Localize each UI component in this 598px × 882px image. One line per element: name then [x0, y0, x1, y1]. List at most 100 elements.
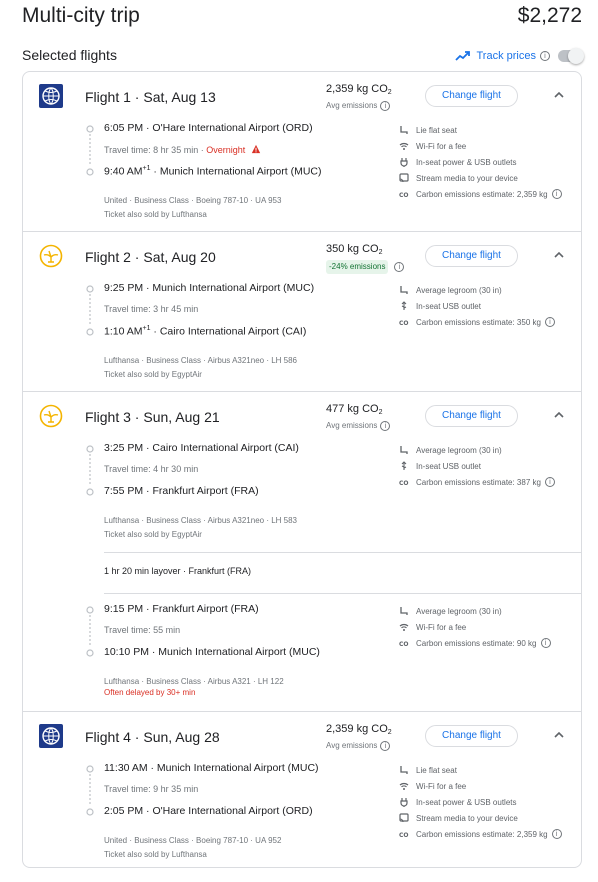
chevron-up-icon[interactable] [552, 88, 566, 102]
chevron-up-icon[interactable] [552, 248, 566, 262]
united-globe-icon [39, 84, 63, 108]
trip-title: Multi-city trip [22, 4, 140, 27]
amenity-item: In-seat power & USB outlets [399, 794, 562, 810]
flight-2: Flight 2 · Sat, Aug 20 350 kg CO2 -24% e… [23, 231, 581, 391]
emissions-note: Avg emissions i [326, 740, 406, 752]
emissions-value: 477 kg CO2 [326, 403, 383, 416]
flight-details: Lufthansa · Business Class · Airbus A321… [104, 516, 297, 525]
amenity-item: CO Carbon emissions estimate: 350 kg i [399, 314, 555, 330]
track-prices[interactable]: Track prices i [454, 46, 584, 66]
amenity-item: CO Carbon emissions estimate: 387 kg i [399, 474, 555, 490]
selected-flights-bar: Selected flights Track prices i [22, 46, 584, 66]
departure: 3:25 PM · Cairo International Airport (C… [104, 442, 299, 454]
svg-text:CO: CO [399, 641, 409, 648]
amenities-list: Average legroom (30 in) Wi-Fi for a fee … [399, 603, 551, 651]
arrival: 1:10 AM+1 · Cairo International Airport … [104, 325, 307, 338]
svg-text:CO: CO [399, 832, 409, 839]
amenity-item: Lie flat seat [399, 122, 562, 138]
departure: 6:05 PM · O'Hare International Airport (… [104, 122, 313, 134]
route-line [86, 445, 94, 496]
change-flight-button[interactable]: Change flight [425, 725, 518, 747]
amenity-item: CO Carbon emissions estimate: 2,359 kg i [399, 826, 562, 842]
usb-icon [401, 461, 407, 470]
change-flight-button[interactable]: Change flight [425, 245, 518, 267]
svg-text:CO: CO [399, 320, 409, 327]
amenity-item: Average legroom (30 in) [399, 282, 555, 298]
svg-text:CO: CO [399, 192, 409, 199]
info-icon[interactable]: i [540, 638, 551, 648]
emissions-value: 350 kg CO2 [326, 243, 383, 256]
flight-title: Flight 3 · Sun, Aug 21 [85, 409, 220, 425]
seat-icon [400, 126, 408, 134]
travel-time: Travel time: 8 hr 35 min · Overnight [104, 144, 261, 155]
flight-1: Flight 1 · Sat, Aug 13 2,359 kg CO2 Avg … [23, 72, 581, 231]
ticket-seller: Ticket also sold by Lufthansa [104, 850, 207, 859]
co2-icon: CO [399, 192, 409, 199]
flight-title: Flight 1 · Sat, Aug 13 [85, 89, 216, 105]
chevron-up-icon[interactable] [552, 408, 566, 422]
info-icon[interactable]: i [380, 421, 391, 431]
co2-icon: CO [399, 320, 409, 327]
emissions-summary: 350 kg CO2 -24% emissions i [326, 242, 406, 274]
flight-4: Flight 4 · Sun, Aug 28 2,359 kg CO2 Avg … [23, 711, 581, 867]
departure: 11:30 AM · Munich International Airport … [104, 762, 319, 774]
flight-title: Flight 2 · Sat, Aug 20 [85, 249, 216, 265]
emissions-note: Avg emissions i [326, 420, 406, 432]
info-icon[interactable]: i [394, 262, 405, 272]
wifi-icon [399, 623, 409, 631]
seat-icon [400, 286, 408, 294]
amenities-list: Average legroom (30 in) In-seat USB outl… [399, 282, 555, 330]
amenity-item: CO Carbon emissions estimate: 2,359 kg i [399, 186, 562, 202]
flight-details: United · Business Class · Boeing 787-10 … [104, 196, 282, 205]
emissions-value: 2,359 kg CO2 [326, 83, 392, 96]
route-line [86, 125, 94, 176]
track-prices-label[interactable]: Track prices [477, 50, 537, 62]
trending-icon [454, 51, 470, 61]
wifi-icon [399, 782, 409, 790]
travel-time: Travel time: 55 min [104, 625, 181, 635]
trip-price: $2,272 [517, 4, 582, 27]
chevron-up-icon[interactable] [552, 728, 566, 742]
overnight-label: Overnight [206, 145, 246, 155]
info-icon[interactable]: i [544, 477, 555, 487]
ticket-seller: Ticket also sold by EgyptAir [104, 530, 202, 539]
delay-warning: Often delayed by 30+ min [104, 688, 196, 697]
selected-flights-label: Selected flights [22, 47, 117, 63]
amenity-item: Wi-Fi for a fee [399, 778, 562, 794]
travel-time: Travel time: 3 hr 45 min [104, 304, 199, 314]
seat-icon [400, 766, 408, 774]
stream-media-icon [399, 813, 409, 823]
amenity-item: Wi-Fi for a fee [399, 138, 562, 154]
warning-icon [251, 144, 260, 154]
ticket-seller: Ticket also sold by Lufthansa [104, 210, 207, 219]
amenity-item: Average legroom (30 in) [399, 442, 555, 458]
info-icon[interactable]: i [540, 51, 550, 61]
info-icon[interactable]: i [551, 189, 562, 199]
info-icon[interactable]: i [380, 101, 391, 111]
change-flight-button[interactable]: Change flight [425, 85, 518, 107]
svg-text:CO: CO [399, 480, 409, 487]
co2-icon: CO [399, 641, 409, 648]
track-prices-toggle[interactable] [558, 48, 584, 64]
layover: 1 hr 20 min layover · Frankfurt (FRA) [104, 552, 581, 594]
stream-media-icon [399, 173, 409, 183]
flight-title: Flight 4 · Sun, Aug 28 [85, 729, 220, 745]
emissions-note: -24% emissions i [326, 260, 406, 274]
trip-header: Multi-city trip $2,272 [22, 4, 582, 34]
change-flight-button[interactable]: Change flight [425, 405, 518, 427]
flight-3: Flight 3 · Sun, Aug 21 477 kg CO2 Avg em… [23, 391, 581, 711]
info-icon[interactable]: i [544, 317, 555, 327]
emissions-summary: 2,359 kg CO2 Avg emissions i [326, 82, 406, 112]
seat-icon [400, 446, 408, 454]
seat-icon [400, 607, 408, 615]
flight-details: United · Business Class · Boeing 787-10 … [104, 836, 282, 845]
flight-details: Lufthansa · Business Class · Airbus A321… [104, 356, 297, 365]
amenities-list: Average legroom (30 in) In-seat USB outl… [399, 442, 555, 490]
emissions-value: 2,359 kg CO2 [326, 723, 392, 736]
info-icon[interactable]: i [380, 741, 391, 751]
amenity-item: Wi-Fi for a fee [399, 619, 551, 635]
departure: 9:15 PM · Frankfurt Airport (FRA) [104, 603, 259, 615]
flights-card: Flight 1 · Sat, Aug 13 2,359 kg CO2 Avg … [22, 71, 582, 868]
info-icon[interactable]: i [551, 829, 562, 839]
amenity-item: In-seat USB outlet [399, 458, 555, 474]
